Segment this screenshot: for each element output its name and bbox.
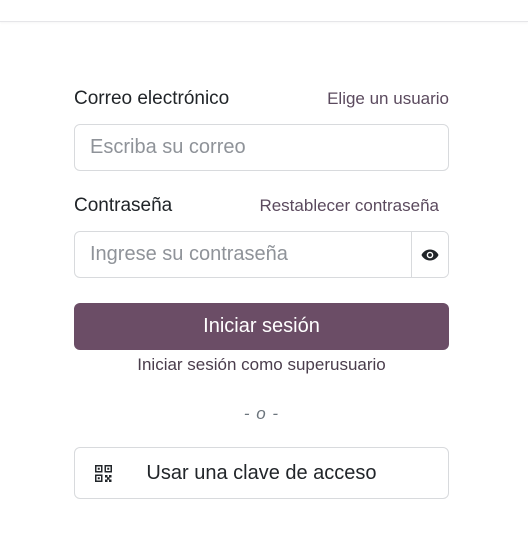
show-password-button[interactable] [411, 232, 448, 277]
email-label: Correo electrónico [74, 88, 230, 109]
top-navbar [0, 0, 528, 22]
eye-icon [421, 249, 439, 260]
qr-code-icon [95, 465, 112, 482]
reset-password-link[interactable]: Restablecer contraseña [259, 196, 439, 216]
email-field[interactable] [74, 124, 449, 171]
superuser-login-link[interactable]: Iniciar sesión como superusuario [74, 355, 449, 375]
passkey-label: Usar una clave de acceso [146, 461, 377, 484]
password-input-group [74, 231, 449, 278]
login-button[interactable]: Iniciar sesión [74, 303, 449, 350]
email-label-row: Correo electrónico Elige un usuario [74, 87, 449, 111]
password-label: Contraseña [74, 195, 173, 216]
choose-user-link[interactable]: Elige un usuario [327, 89, 449, 109]
or-divider: - o - [243, 404, 280, 423]
password-label-row: Contraseña Restablecer contraseña [74, 194, 449, 218]
passkey-button[interactable]: Usar una clave de acceso [74, 447, 449, 499]
password-field[interactable] [75, 232, 411, 277]
